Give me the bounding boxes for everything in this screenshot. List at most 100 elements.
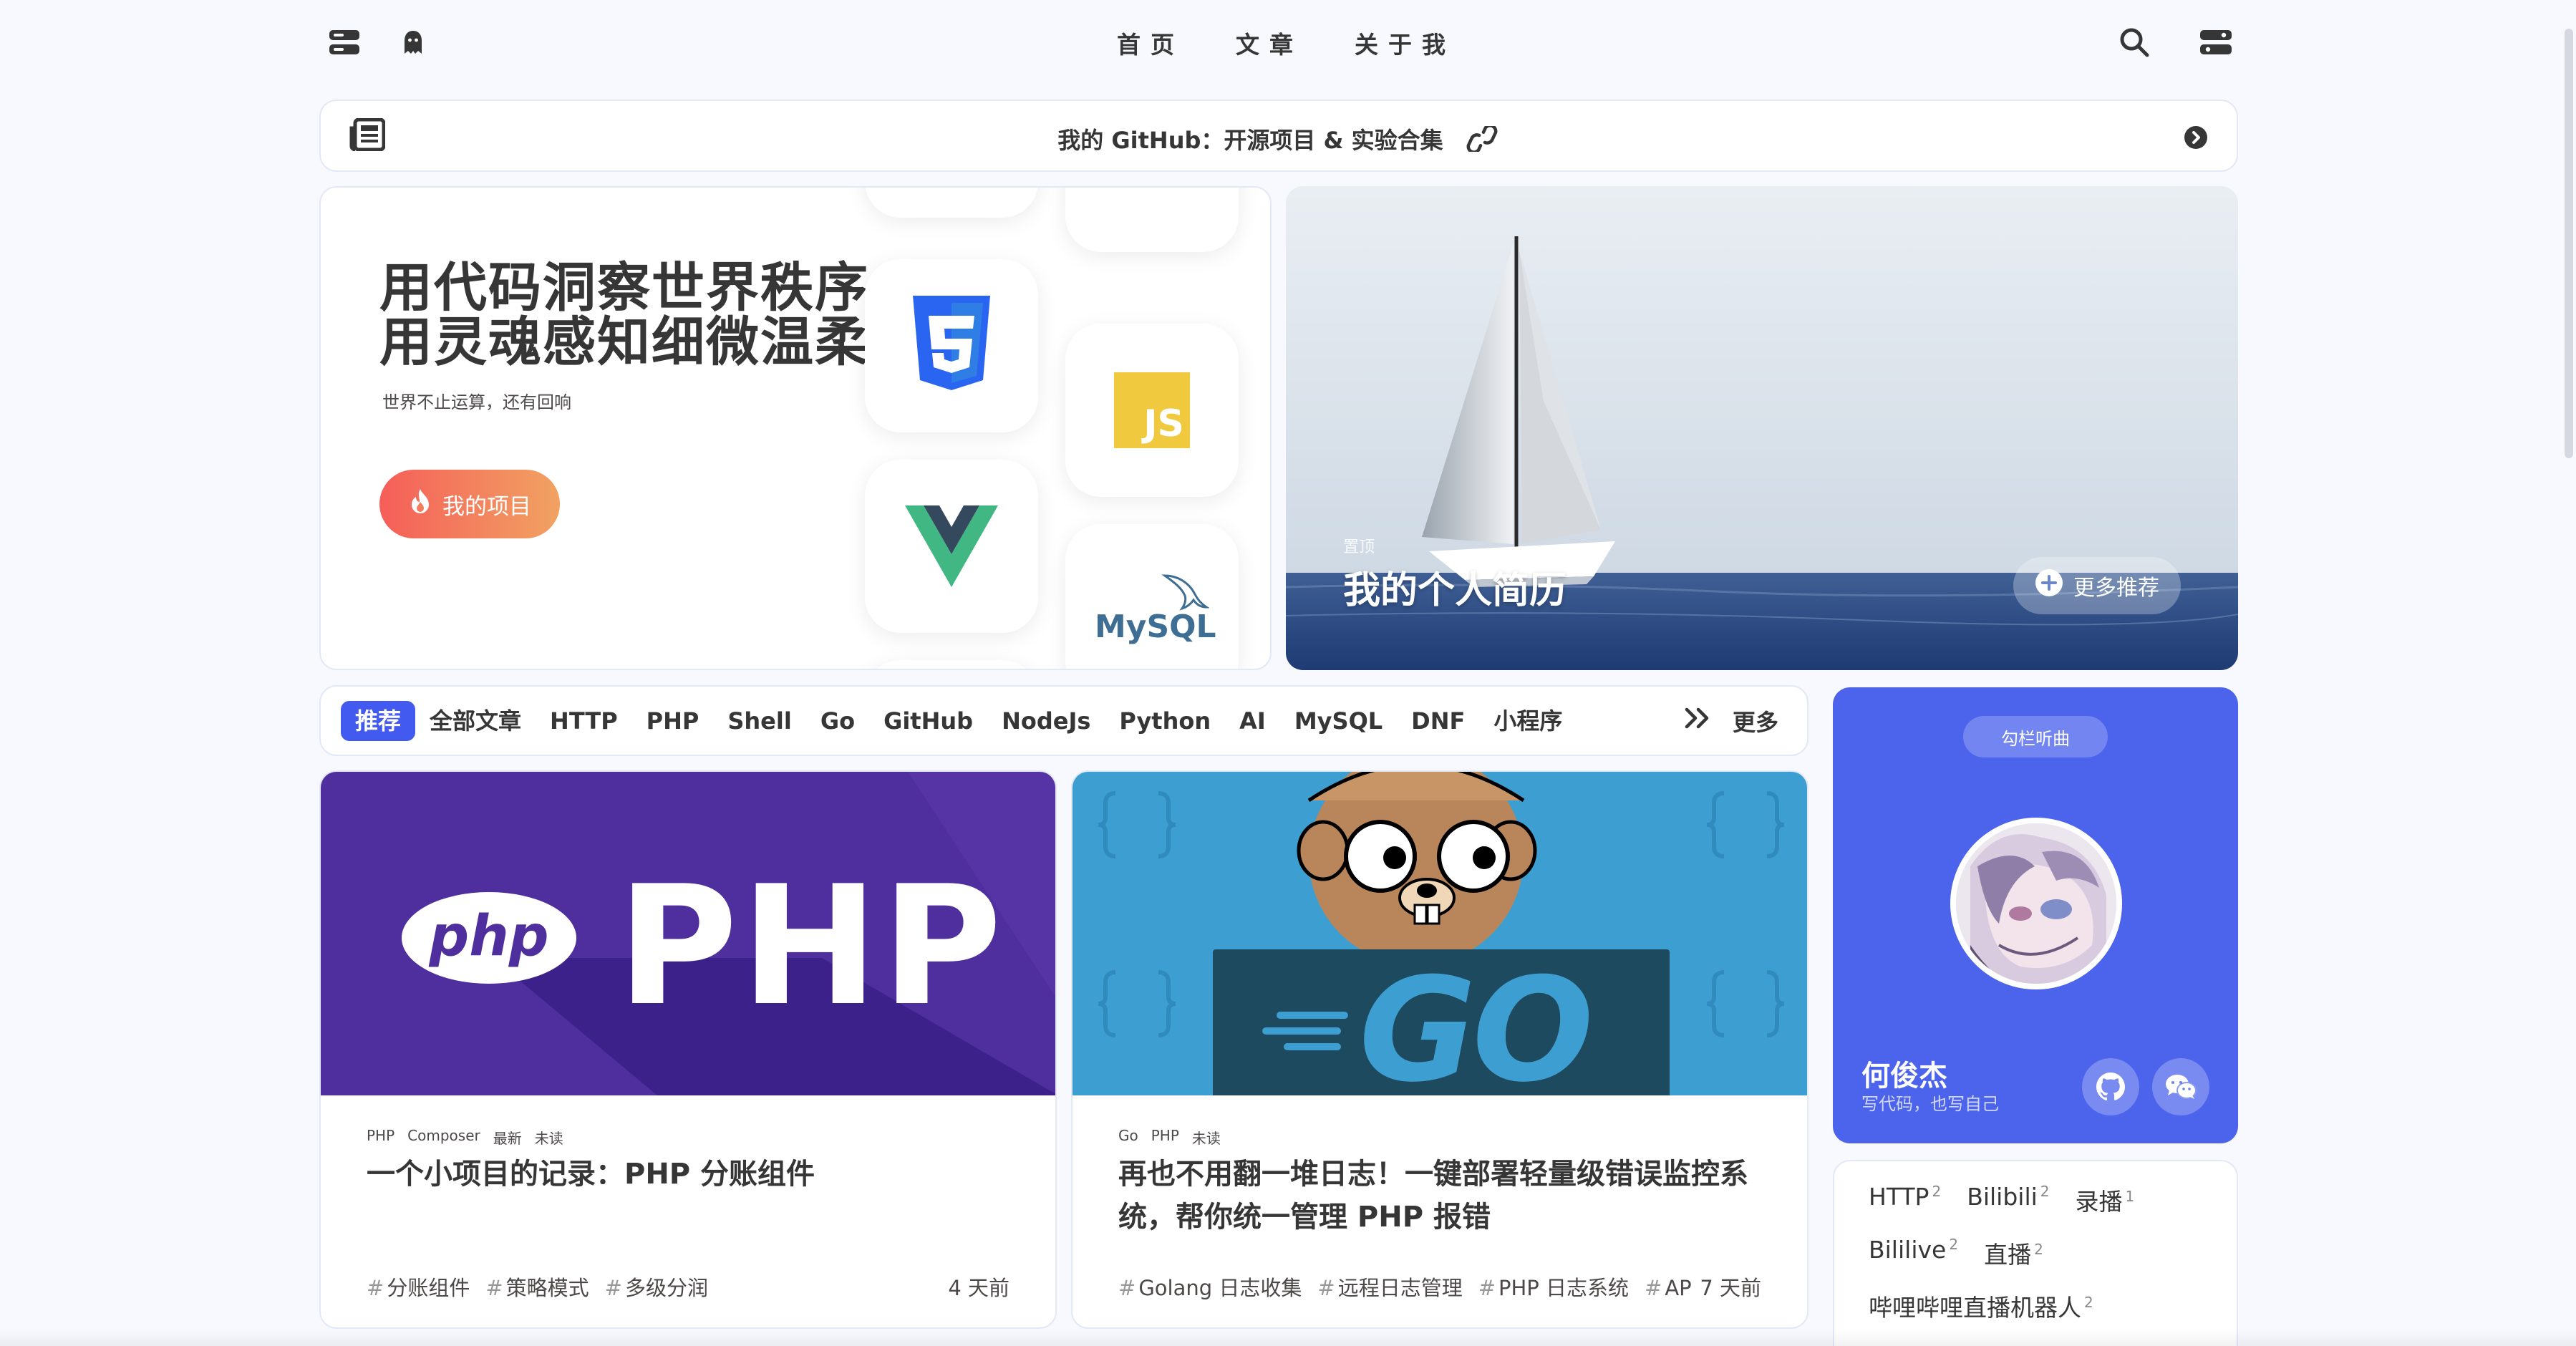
category-nodejs[interactable]: NodeJs <box>987 701 1105 741</box>
post-badge-unread: 未读 <box>534 1130 563 1147</box>
post-meta-go: Go PHP 未读 <box>1118 1127 1221 1148</box>
tech-icon-wall: JS MySQL <box>865 188 1270 669</box>
tag-cloud-item[interactable]: 哔哩哔哩直播机器人 2 <box>1869 1289 2093 1323</box>
recommend-title[interactable]: 我的个人简历 <box>1343 560 1567 614</box>
category-shell[interactable]: Shell <box>713 701 805 741</box>
avatar[interactable] <box>1950 818 2122 989</box>
avatar-image <box>1956 823 2116 984</box>
post-category-composer[interactable]: Composer <box>407 1127 480 1148</box>
author-socials <box>2082 1058 2209 1115</box>
hero-subtitle: 世界不止运算，还有回响 <box>382 392 571 412</box>
post-badge-unread: 未读 <box>1191 1130 1221 1147</box>
post-meta-php: PHP Composer 最新 未读 <box>367 1127 563 1148</box>
category-miniprogram[interactable]: 小程序 <box>1479 701 1577 741</box>
tech-tile-top-cut <box>865 188 1038 218</box>
author-badge[interactable]: 勾栏听曲 <box>1963 716 2108 757</box>
chevron-right-circle-icon[interactable] <box>2184 125 2208 152</box>
post-tags-php: # 分账组件 # 策略模式 # 多级分润 <box>367 1272 708 1302</box>
author-description: 写代码，也写自己 <box>1861 1094 1999 1114</box>
post-tag[interactable]: # PHP 日志系统 <box>1478 1272 1629 1302</box>
category-more-button[interactable]: 更多 <box>1684 701 1778 741</box>
tag-cloud-row-2: Bililive 2 直播 2 <box>1869 1236 2043 1270</box>
nav-item-about[interactable]: 关于我 <box>1355 26 1473 60</box>
css3-icon <box>865 259 1038 432</box>
post-tag[interactable]: # 远程日志管理 <box>1317 1272 1462 1302</box>
post-date-go: 7 天前 <box>1691 1272 1761 1302</box>
post-tag[interactable]: # 多级分润 <box>605 1272 708 1302</box>
wechat-icon[interactable] <box>2152 1058 2209 1115</box>
post-title-go[interactable]: 再也不用翻一堆日志！一键部署轻量级错误监控系统，帮你统一管理 PHP 报错 <box>1118 1153 1763 1239</box>
nav-item-home[interactable]: 首页 <box>1117 26 1236 60</box>
bulletin-bar[interactable]: 我的 GitHub：开源项目 & 实验合集 <box>319 100 2238 172</box>
recommend-card[interactable]: 置顶 我的个人简历 更多推荐 <box>1286 186 2238 670</box>
main-menu: 首页 文章 关于我 <box>1117 26 1473 60</box>
recommend-tag: 置顶 <box>1343 538 1375 556</box>
search-icon[interactable] <box>2118 26 2151 59</box>
post-cover-php[interactable]: php PHP <box>321 772 1055 1095</box>
flame-icon <box>408 488 432 521</box>
tag-cloud-item[interactable]: 录播 1 <box>2076 1183 2135 1217</box>
post-tag[interactable]: # 分账组件 <box>367 1272 470 1302</box>
bulletin-text[interactable]: 我的 GitHub：开源项目 & 实验合集 <box>1057 127 1443 154</box>
hero-title: 用代码洞察世界秩序 用灵魂感知细微温柔 <box>379 261 869 369</box>
more-recommend-button[interactable]: 更多推荐 <box>2013 557 2181 614</box>
category-github[interactable]: GitHub <box>869 701 987 741</box>
ghost-icon[interactable] <box>397 26 430 59</box>
category-more-label: 更多 <box>1732 709 1778 736</box>
bulletin-text-wrap: 我的 GitHub：开源项目 & 实验合集 <box>321 122 2237 158</box>
post-category-php[interactable]: PHP <box>1151 1127 1179 1148</box>
post-date-php: 4 天前 <box>939 1272 1009 1302</box>
post-card-php[interactable]: php PHP PHP Composer 最新 未读 一个小项目的记录：PHP … <box>319 770 1057 1329</box>
category-ai[interactable]: AI <box>1225 701 1280 741</box>
tag-cloud-item[interactable]: HTTP 2 <box>1869 1183 1941 1217</box>
my-projects-button[interactable]: 我的项目 <box>379 470 560 538</box>
page-scrollbar[interactable] <box>2565 0 2573 1346</box>
category-all-articles[interactable]: 全部文章 <box>415 701 536 741</box>
tag-cloud-item[interactable]: Bilibili 2 <box>1967 1183 2049 1217</box>
go-cover-text: GO <box>1359 947 1594 1096</box>
plus-circle-icon <box>2035 568 2063 603</box>
nav-item-articles[interactable]: 文章 <box>1236 26 1355 60</box>
hero-card: 用代码洞察世界秩序 用灵魂感知细微温柔 世界不止运算，还有回响 我的项目 JS <box>319 186 1272 670</box>
github-icon[interactable] <box>2082 1058 2139 1115</box>
category-bar: 推荐 全部文章 HTTP PHP Shell Go GitHub NodeJs … <box>319 685 1808 756</box>
tag-cloud-item[interactable]: 直播 2 <box>1984 1236 2043 1270</box>
post-title-php[interactable]: 一个小项目的记录：PHP 分账组件 <box>367 1153 1011 1196</box>
category-recommend[interactable]: 推荐 <box>341 701 416 741</box>
post-category-go[interactable]: Go <box>1118 1127 1138 1148</box>
post-card-go[interactable]: GO Go PHP 未读 再也不用翻一堆日志！一键部署轻量级错误监控系统，帮你统… <box>1071 770 1808 1329</box>
category-php[interactable]: PHP <box>632 701 714 741</box>
tag-cloud-card: HTTP 2 Bilibili 2 录播 1 Bililive 2 直播 2 哔哩哔哩直播… <box>1833 1160 2238 1346</box>
settings-toggle-icon[interactable] <box>2199 26 2232 59</box>
menu-grid-icon[interactable] <box>328 26 361 59</box>
category-http[interactable]: HTTP <box>536 701 632 741</box>
category-dnf[interactable]: DNF <box>1397 701 1479 741</box>
hero-title-line-2: 用灵魂感知细微温柔 <box>379 311 869 373</box>
javascript-icon: JS <box>1065 324 1239 497</box>
scrollbar-thumb[interactable] <box>2565 29 2573 458</box>
post-tags-go: #Golang 日志收集 #远程日志管理 #PHP 日志系统 #API 日志 <box>1118 1272 1745 1302</box>
post-category-php[interactable]: PHP <box>367 1127 394 1148</box>
svg-text:php: php <box>428 904 548 969</box>
js-label: JS <box>1143 402 1184 445</box>
category-go[interactable]: Go <box>806 701 869 741</box>
tech-tile-top-cut-2 <box>1065 188 1239 252</box>
mysql-logo: MySQL <box>1095 571 1216 650</box>
php-cover-text: PHP <box>617 851 1005 1042</box>
nav-left <box>328 26 430 59</box>
bottom-fade <box>0 1329 2576 1346</box>
my-projects-label: 我的项目 <box>442 493 531 520</box>
more-recommend-label: 更多推荐 <box>2073 576 2159 601</box>
tech-tile-bottom-cut <box>865 660 1038 669</box>
post-cover-go[interactable]: GO <box>1072 772 1807 1095</box>
tag-cloud-item[interactable]: Bililive 2 <box>1869 1236 1958 1270</box>
category-list: 推荐 全部文章 HTTP PHP Shell Go GitHub NodeJs … <box>341 701 1577 741</box>
post-tag[interactable]: # 策略模式 <box>485 1272 589 1302</box>
category-python[interactable]: Python <box>1105 701 1225 741</box>
post-tag[interactable]: # Golang 日志收集 <box>1118 1272 1302 1302</box>
category-mysql[interactable]: MySQL <box>1280 701 1397 741</box>
author-card: 勾栏听曲 何俊杰 写代码，也写自己 <box>1833 687 2238 1143</box>
nav-right <box>2118 26 2232 59</box>
tag-cloud-row-1: HTTP 2 Bilibili 2 录播 1 <box>1869 1183 2134 1217</box>
js-badge: JS <box>1114 372 1190 448</box>
